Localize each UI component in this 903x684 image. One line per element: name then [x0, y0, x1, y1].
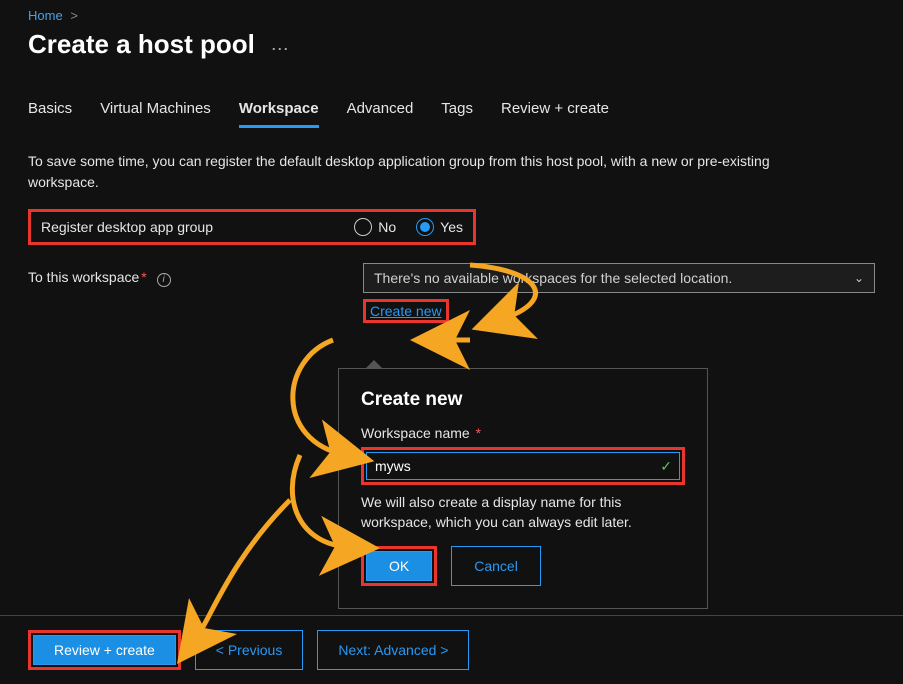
to-workspace-label: To this workspace* i — [28, 269, 363, 287]
review-create-button[interactable]: Review + create — [33, 635, 176, 665]
tab-tags[interactable]: Tags — [441, 100, 473, 128]
tab-virtual-machines[interactable]: Virtual Machines — [100, 100, 211, 128]
radio-no[interactable]: No — [354, 218, 396, 236]
intro-text: To save some time, you can register the … — [28, 151, 818, 193]
tabs-bar: Basics Virtual Machines Workspace Advanc… — [28, 100, 875, 129]
radio-no-label: No — [378, 219, 396, 235]
tab-workspace[interactable]: Workspace — [239, 100, 319, 128]
popup-title: Create new — [361, 389, 685, 411]
breadcrumb: Home > — [28, 8, 875, 23]
popup-helper-text: We will also create a display name for t… — [361, 493, 685, 532]
next-button[interactable]: Next: Advanced > — [317, 630, 469, 670]
breadcrumb-home[interactable]: Home — [28, 8, 63, 23]
check-icon: ✓ — [660, 458, 672, 475]
wizard-footer: Review + create < Previous Next: Advance… — [0, 615, 903, 684]
page-title: Create a host pool — [28, 29, 255, 60]
create-new-link[interactable]: Create new — [370, 303, 442, 319]
ok-button[interactable]: OK — [366, 551, 432, 581]
dropdown-text: There's no available workspaces for the … — [374, 270, 732, 286]
tab-review-create[interactable]: Review + create — [501, 100, 609, 128]
radio-yes-label: Yes — [440, 219, 463, 235]
workspace-name-input[interactable] — [366, 452, 680, 480]
workspace-name-label: Workspace name * — [361, 425, 685, 441]
chevron-down-icon: ⌄ — [854, 271, 864, 285]
tab-basics[interactable]: Basics — [28, 100, 72, 128]
create-new-popup: Create new Workspace name * ✓ We will al… — [338, 368, 708, 609]
more-icon[interactable]: ⋯ — [271, 39, 289, 59]
tab-advanced[interactable]: Advanced — [347, 100, 414, 128]
cancel-button[interactable]: Cancel — [451, 546, 541, 586]
info-icon[interactable]: i — [157, 273, 171, 287]
previous-button[interactable]: < Previous — [195, 630, 304, 670]
register-label: Register desktop app group — [41, 219, 344, 235]
chevron-right-icon: > — [70, 8, 78, 23]
radio-yes[interactable]: Yes — [416, 218, 463, 236]
workspace-dropdown[interactable]: There's no available workspaces for the … — [363, 263, 875, 293]
